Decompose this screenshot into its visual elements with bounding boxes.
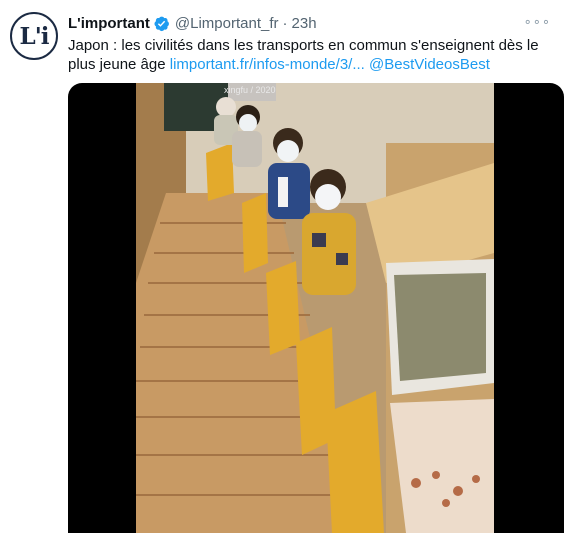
video-thumbnail: xingfu / 2020: [136, 83, 494, 533]
more-options-icon[interactable]: ∘∘∘: [524, 14, 551, 30]
tweet[interactable]: L'i L'important @Limportant_fr · 23h ∘∘∘…: [0, 0, 569, 533]
video-player[interactable]: xingfu / 2020: [68, 83, 564, 533]
display-name[interactable]: L'important: [68, 15, 150, 32]
verified-badge-icon: [154, 16, 169, 31]
mention-link[interactable]: @BestVideosBest: [369, 56, 490, 73]
tweet-text: Japon : les civilités dans les transport…: [68, 36, 558, 74]
avatar-logo: L'i: [19, 22, 50, 50]
video-watermark: xingfu / 2020: [224, 85, 276, 95]
avatar[interactable]: L'i: [10, 12, 58, 60]
tweet-header: L'important @Limportant_fr · 23h ∘∘∘: [68, 13, 559, 33]
video-frame[interactable]: xingfu / 2020: [136, 83, 494, 533]
separator-dot: ·: [282, 14, 288, 32]
timestamp[interactable]: 23h: [292, 15, 317, 32]
user-handle[interactable]: @Limportant_fr: [175, 15, 279, 32]
tweet-link[interactable]: limportant.fr/infos-monde/3/...: [170, 56, 365, 73]
